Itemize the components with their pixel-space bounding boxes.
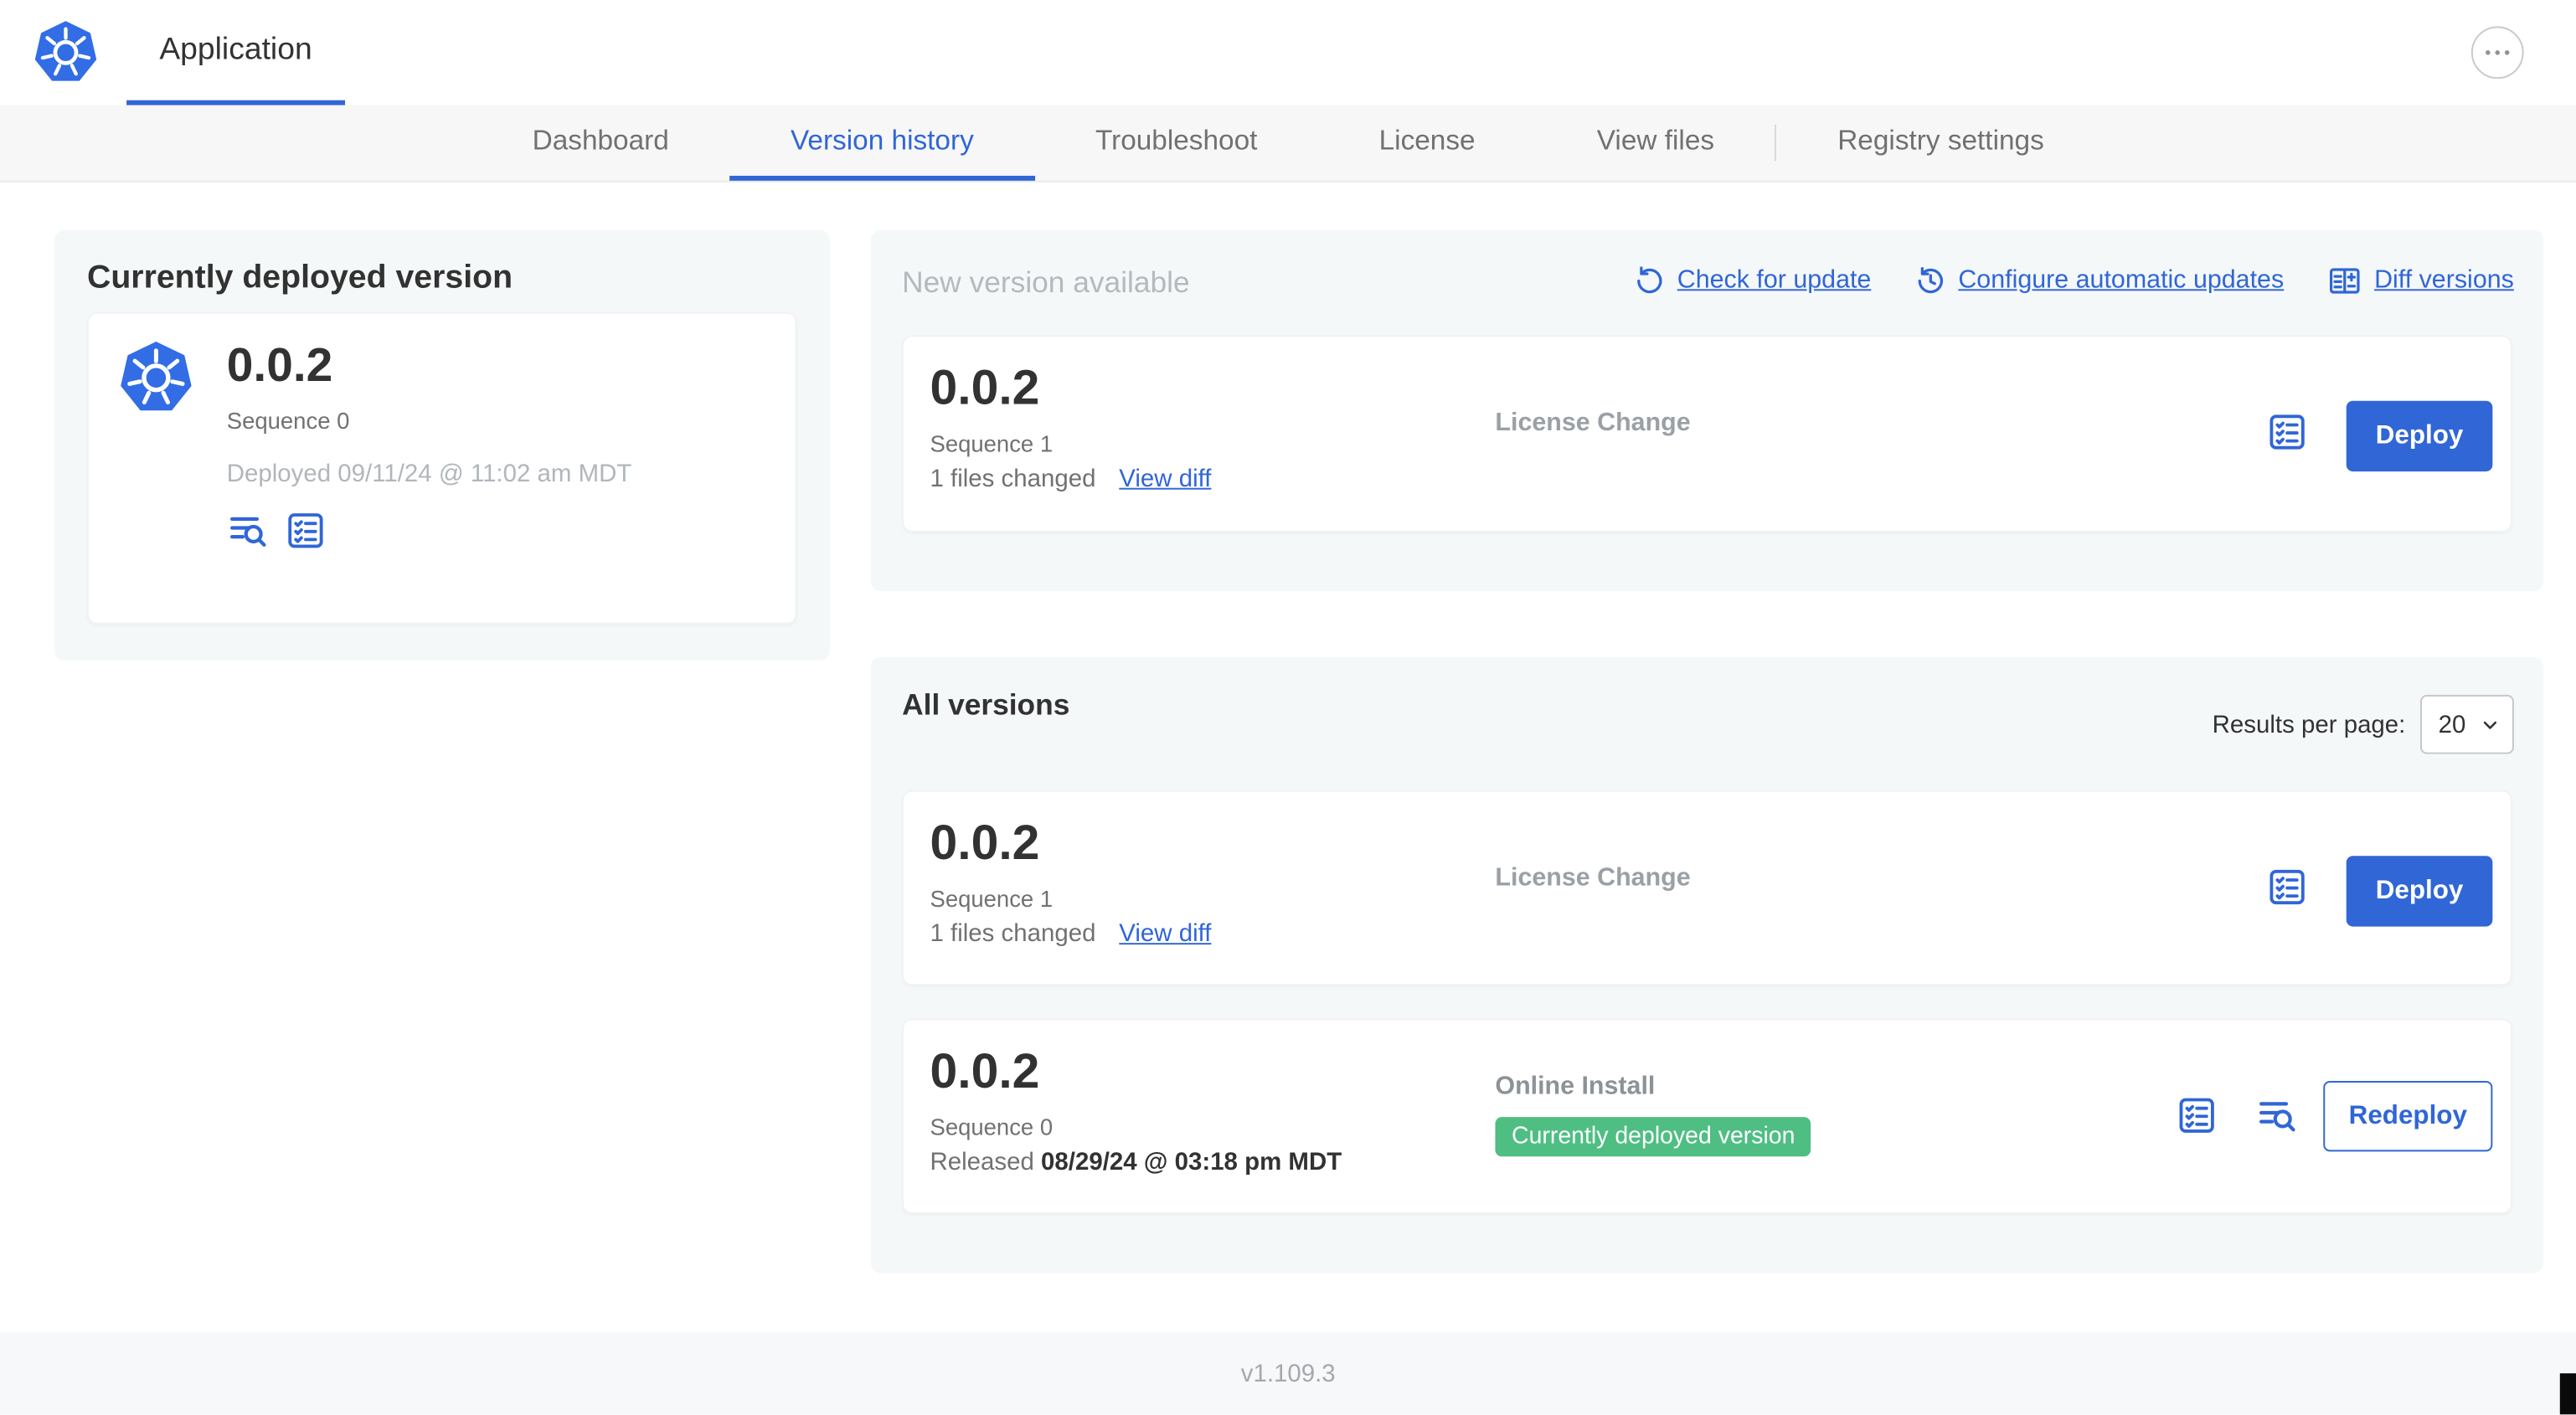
subnav-tab-dashboard[interactable]: Dashboard <box>471 105 729 181</box>
view-diff-link[interactable]: View diff <box>1119 465 1211 492</box>
tab-application-label: Application <box>159 32 312 67</box>
subnav-tab-label: Registry settings <box>1837 124 2044 156</box>
currently-deployed-badge: Currently deployed version <box>1495 1117 1812 1157</box>
subnav-tab-label: View files <box>1596 124 1715 156</box>
ellipsis-icon <box>2481 36 2514 69</box>
checklist-icon <box>284 509 327 552</box>
refresh-icon <box>1633 265 1666 297</box>
view-logs-button[interactable] <box>2256 1094 2299 1137</box>
currently-deployed-inner-card: 0.0.2 Sequence 0 Deployed 09/11/24 @ 11:… <box>86 311 797 625</box>
release-notes-button[interactable] <box>2266 866 2309 908</box>
version-source: License Change <box>1495 409 1691 437</box>
release-notes-button[interactable] <box>2176 1094 2218 1137</box>
checklist-icon <box>2266 411 2309 454</box>
files-changed-label: 1 files changed <box>930 465 1096 493</box>
version-source: License Change <box>1495 864 1691 893</box>
footer: v1.109.3 <box>0 1332 2576 1415</box>
deployed-sequence: Sequence 0 <box>226 407 350 434</box>
new-version-title: New version available <box>902 265 1190 300</box>
view-logs-button[interactable] <box>227 509 270 552</box>
app-subnav: Dashboard Version history Troubleshoot L… <box>0 105 2576 183</box>
released-label: Released <box>930 1148 1034 1176</box>
diff-icon <box>2326 263 2362 299</box>
subnav-tab-troubleshoot[interactable]: Troubleshoot <box>1034 105 1318 181</box>
release-notes-button[interactable] <box>2266 411 2309 454</box>
main-content: Currently deployed version 0.0.2 Sequenc… <box>0 182 2576 1333</box>
subnav-tab-registry-settings[interactable]: Registry settings <box>1777 105 2105 181</box>
subnav-tab-label: Troubleshoot <box>1095 124 1258 156</box>
version-row: 0.0.2 Sequence 0 Released 08/29/24 @ 03:… <box>902 1018 2512 1214</box>
configure-automatic-updates-link[interactable]: Configure automatic updates <box>1914 265 2284 297</box>
version-sequence: Sequence 1 <box>930 885 1054 912</box>
diff-versions-link[interactable]: Diff versions <box>2326 263 2514 299</box>
currently-deployed-title: Currently deployed version <box>86 259 513 296</box>
console-version: v1.109.3 <box>1240 1359 1336 1387</box>
app-window: Application Dashboard Version history Tr… <box>0 0 2576 1415</box>
logs-icon <box>2256 1094 2299 1137</box>
subnav-tab-label: Version history <box>790 124 974 156</box>
redeploy-button[interactable]: Redeploy <box>2323 1080 2493 1152</box>
version-number: 0.0.2 <box>930 1044 1040 1099</box>
checklist-icon <box>2176 1094 2218 1137</box>
scrollbar-thumb[interactable] <box>2559 1373 2576 1415</box>
diff-versions-label: Diff versions <box>2374 265 2514 295</box>
checklist-icon <box>2266 866 2309 908</box>
currently-deployed-card: Currently deployed version 0.0.2 Sequenc… <box>54 229 830 661</box>
subnav-tab-license[interactable]: License <box>1318 105 1536 181</box>
more-options-button[interactable] <box>2470 26 2524 80</box>
version-sequence: Sequence 1 <box>930 430 1054 457</box>
subnav-tab-version-history[interactable]: Version history <box>729 105 1035 181</box>
results-per-page-value: 20 <box>2438 710 2466 738</box>
subnav-tab-label: Dashboard <box>532 124 669 156</box>
results-per-page-label: Results per page: <box>2212 710 2406 738</box>
version-number: 0.0.2 <box>930 361 1040 416</box>
results-per-page: Results per page: 20 <box>2212 694 2514 754</box>
kubernetes-logo-icon <box>33 20 98 85</box>
results-per-page-select[interactable]: 20 <box>2420 694 2514 754</box>
check-for-update-label: Check for update <box>1677 265 1872 295</box>
version-source: Online Install <box>1495 1073 1656 1101</box>
version-sequence: Sequence 0 <box>930 1114 1054 1140</box>
logs-icon <box>227 509 270 552</box>
deployed-timestamp: Deployed 09/11/24 @ 11:02 am MDT <box>226 460 632 488</box>
release-notes-button[interactable] <box>284 509 327 552</box>
version-number: 0.0.2 <box>930 816 1040 871</box>
released-timestamp: Released 08/29/24 @ 03:18 pm MDT <box>930 1148 1342 1176</box>
chevron-down-icon <box>2480 713 2501 735</box>
subnav-tab-view-files[interactable]: View files <box>1536 105 1775 181</box>
configure-automatic-updates-label: Configure automatic updates <box>1958 265 2285 295</box>
check-for-update-link[interactable]: Check for update <box>1633 265 1872 297</box>
deploy-button[interactable]: Deploy <box>2346 400 2493 472</box>
deployed-version-number: 0.0.2 <box>226 340 333 393</box>
released-date: 08/29/24 @ 03:18 pm MDT <box>1041 1148 1342 1176</box>
view-diff-link[interactable]: View diff <box>1119 920 1211 948</box>
new-version-actions: Check for update Configure automatic upd… <box>1633 263 2514 299</box>
new-version-card: New version available Check for update C… <box>870 229 2544 592</box>
top-header: Application <box>0 0 2576 105</box>
subnav-tab-label: License <box>1378 124 1476 156</box>
schedule-icon <box>1914 265 1946 297</box>
version-row: 0.0.2 Sequence 1 1 files changed View di… <box>902 790 2512 986</box>
deploy-button[interactable]: Deploy <box>2346 856 2493 927</box>
tab-application[interactable]: Application <box>126 0 345 105</box>
all-versions-card: All versions Results per page: 20 0.0.2 … <box>870 656 2544 1274</box>
all-versions-title: All versions <box>902 688 1070 722</box>
new-version-row: 0.0.2 Sequence 1 1 files changed View di… <box>902 335 2512 533</box>
kubernetes-logo-icon <box>118 340 193 415</box>
files-changed-label: 1 files changed <box>930 919 1096 949</box>
